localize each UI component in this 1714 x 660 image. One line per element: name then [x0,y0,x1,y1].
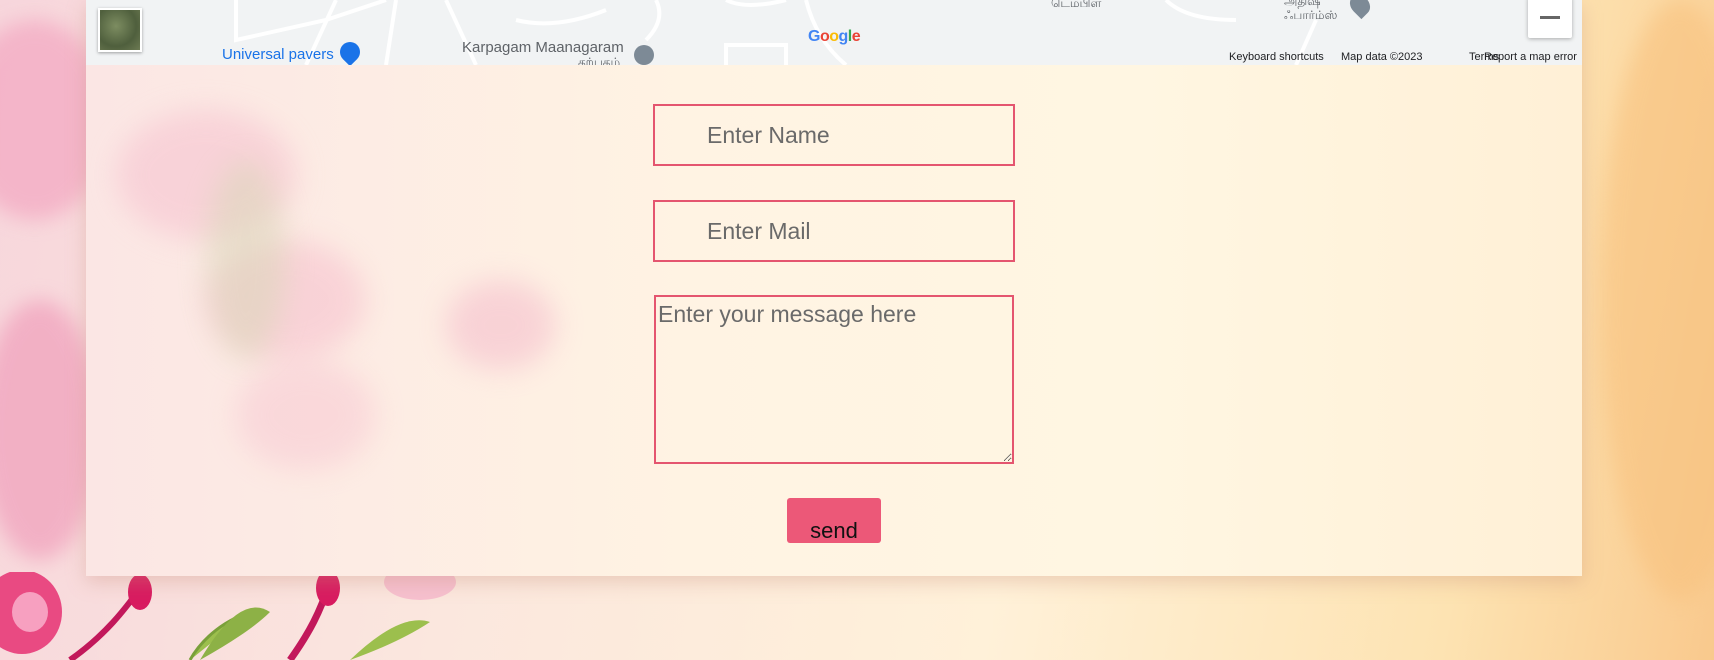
minus-icon [1540,15,1560,19]
keyboard-shortcuts-link[interactable]: Keyboard shortcuts [1229,51,1324,63]
google-logo-letter: o [829,28,839,45]
card-leaves [206,160,286,360]
map-label-karpagam-tamil: கற்பகம் [578,55,621,65]
map-data-text: Map data ©2023 [1341,51,1423,63]
google-logo-letter: g [838,28,849,45]
location-pin-icon[interactable] [634,45,654,65]
card-blossom [446,280,556,370]
message-textarea[interactable] [654,295,1014,464]
embedded-map[interactable]: Universal pavers Karpagam Maanagaram கற்… [86,0,1582,65]
farms-line-2: ஃபார்ம்ஸ் [1284,8,1338,22]
background-blossom [0,300,100,560]
farms-line-1: அதிஷ் [1284,0,1321,8]
send-button[interactable]: send [787,498,881,543]
card-blossom [236,360,376,470]
name-input[interactable] [653,104,1015,166]
map-label-universal-pavers[interactable]: Universal pavers [222,46,334,63]
google-logo[interactable]: Google [808,28,861,46]
background-glow [1600,0,1714,600]
map-label-karpagam[interactable]: Karpagam Maanagaram [462,39,624,56]
map-label-temple-tamil[interactable]: டெம்பிள் [1051,0,1101,12]
email-input[interactable] [653,200,1015,262]
google-logo-letter: e [851,28,861,45]
google-logo-letter: o [819,28,830,45]
google-logo-letter: G [808,28,820,45]
map-label-farms-tamil[interactable]: அதிஷ் ஃபார்ம்ஸ் [1284,0,1337,22]
map-type-thumbnail[interactable] [98,8,142,52]
contact-card [86,0,1582,576]
flower-decoration [0,572,456,660]
report-map-error-link[interactable]: Report a map error [1484,51,1577,63]
zoom-out-button[interactable] [1528,0,1572,38]
